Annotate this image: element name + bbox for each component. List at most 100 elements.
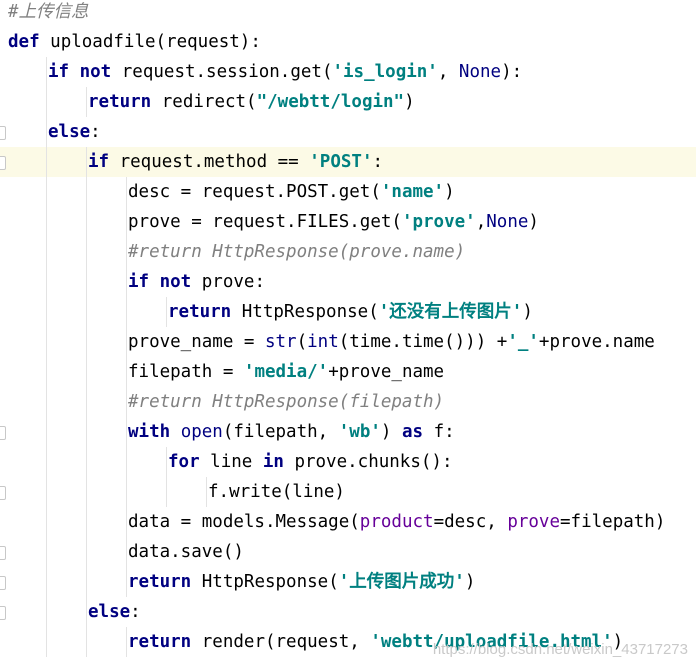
code-token: (filepath, — [222, 422, 339, 442]
code-line[interactable]: filepath = 'media/'+prove_name — [0, 357, 696, 387]
code-line[interactable]: else: — [0, 597, 696, 627]
code-text: return redirect("/webtt/login") — [88, 87, 415, 117]
indent-guide — [46, 237, 47, 267]
code-token: int — [307, 332, 339, 352]
code-line[interactable]: desc = request.POST.get('name') — [0, 177, 696, 207]
code-token: : — [90, 122, 101, 142]
code-token: str — [264, 332, 297, 352]
code-token: None — [458, 62, 502, 82]
code-token: f: — [433, 422, 455, 442]
code-line[interactable]: #return HttpResponse(filepath) — [0, 387, 696, 417]
code-line[interactable]: for line in prove.chunks(): — [0, 447, 696, 477]
indent-guide — [86, 597, 87, 627]
fold-marker-icon[interactable] — [0, 156, 6, 170]
code-token: return — [128, 632, 202, 652]
code-token: ): — [501, 62, 523, 82]
code-line[interactable]: f.write(line) — [0, 477, 696, 507]
code-token: 'wb' — [338, 422, 381, 442]
indent-guide — [126, 447, 127, 477]
code-token: HttpResponse( — [241, 302, 379, 322]
fold-marker-icon[interactable] — [0, 486, 6, 500]
code-line[interactable]: if request.method == 'POST': — [0, 147, 696, 177]
indent-guide — [126, 477, 127, 507]
code-token: if — [88, 152, 120, 172]
code-editor[interactable]: #上传信息 def uploadfile(request): if not requ… — [0, 0, 696, 666]
indent-guide — [46, 57, 47, 87]
code-token: '上传图片成功' — [338, 572, 465, 592]
indent-guide — [86, 477, 87, 507]
code-line[interactable]: data = models.Message(product=desc, prov… — [0, 507, 696, 537]
code-token: '还没有上传图片' — [378, 302, 523, 322]
indent-guide — [86, 417, 87, 447]
fold-marker-icon[interactable] — [0, 426, 6, 440]
code-token: return — [88, 92, 162, 112]
code-token: uploadfile(request): — [50, 32, 261, 52]
code-line[interactable]: if not request.session.get('is_login', N… — [0, 57, 696, 87]
indent-guide — [126, 267, 127, 297]
indent-guide — [46, 87, 47, 117]
indent-guide — [46, 147, 47, 177]
code-text: desc = request.POST.get('name') — [128, 177, 455, 207]
code-line[interactable]: prove_name = str(int(time.time())) +'_'+… — [0, 327, 696, 357]
code-token: =filepath) — [560, 512, 666, 532]
indent-guide — [126, 327, 127, 357]
code-token: filepath = — [128, 362, 244, 382]
code-line[interactable]: if not prove: — [0, 267, 696, 297]
code-token: else — [48, 122, 91, 142]
code-token: open — [180, 422, 223, 442]
code-token: =desc, — [433, 512, 508, 532]
code-line[interactable]: return redirect("/webtt/login") — [0, 87, 696, 117]
code-token: f.write(line) — [208, 482, 345, 502]
code-line[interactable]: return HttpResponse('还没有上传图片') — [0, 297, 696, 327]
code-line[interactable]: with open(filepath, 'wb') as f: — [0, 417, 696, 447]
fold-marker-icon[interactable] — [0, 546, 6, 560]
code-token: request.session.get( — [121, 62, 333, 82]
code-token: def — [8, 32, 51, 52]
code-line[interactable]: #return HttpResponse(prove.name) — [0, 237, 696, 267]
indent-guide — [46, 327, 47, 357]
code-text: for line in prove.chunks(): — [168, 447, 453, 477]
code-line[interactable]: prove = request.FILES.get('prove',None) — [0, 207, 696, 237]
code-text: filepath = 'media/'+prove_name — [128, 357, 444, 387]
indent-guide — [86, 537, 87, 567]
indent-guide — [126, 417, 127, 447]
indent-guide — [86, 177, 87, 207]
indent-guide — [46, 267, 47, 297]
code-line[interactable]: data.save() — [0, 537, 696, 567]
code-line[interactable]: return HttpResponse('上传图片成功') — [0, 567, 696, 597]
code-token: return — [168, 302, 242, 322]
code-text: #上传信息 — [8, 0, 89, 27]
fold-marker-icon[interactable] — [0, 576, 6, 590]
code-line[interactable]: def uploadfile(request): — [0, 27, 696, 57]
indent-guide — [166, 297, 167, 327]
code-token: 'prove' — [401, 212, 476, 232]
indent-guide — [126, 627, 127, 657]
indent-guide — [46, 357, 47, 387]
indent-guide — [126, 357, 127, 387]
code-text: #return HttpResponse(filepath) — [128, 387, 444, 417]
indent-guide — [86, 237, 87, 267]
fold-marker-icon[interactable] — [0, 606, 6, 620]
indent-guide — [126, 567, 127, 597]
code-text: with open(filepath, 'wb') as f: — [128, 417, 455, 447]
indent-guide — [46, 477, 47, 507]
code-line[interactable]: #上传信息 — [0, 0, 696, 27]
indent-guide — [46, 597, 47, 627]
indent-guide — [46, 537, 47, 567]
code-token: with — [128, 422, 181, 442]
code-line[interactable]: else: — [0, 117, 696, 147]
code-token: +prove_name — [328, 362, 445, 382]
code-text: if not prove: — [128, 267, 265, 297]
indent-guide — [126, 507, 127, 537]
fold-marker-icon[interactable] — [0, 126, 6, 140]
code-token: render(request, — [201, 632, 371, 652]
code-token: #return HttpResponse(filepath) — [128, 392, 445, 412]
code-token: 'name' — [380, 182, 445, 202]
code-token: desc = request.POST.get( — [128, 182, 381, 202]
code-token: +prove.name — [538, 332, 655, 352]
code-token: if not — [128, 272, 202, 292]
indent-guide — [46, 567, 47, 597]
code-token: line — [210, 452, 263, 472]
code-token: None — [486, 212, 529, 232]
indent-guide — [46, 117, 47, 147]
